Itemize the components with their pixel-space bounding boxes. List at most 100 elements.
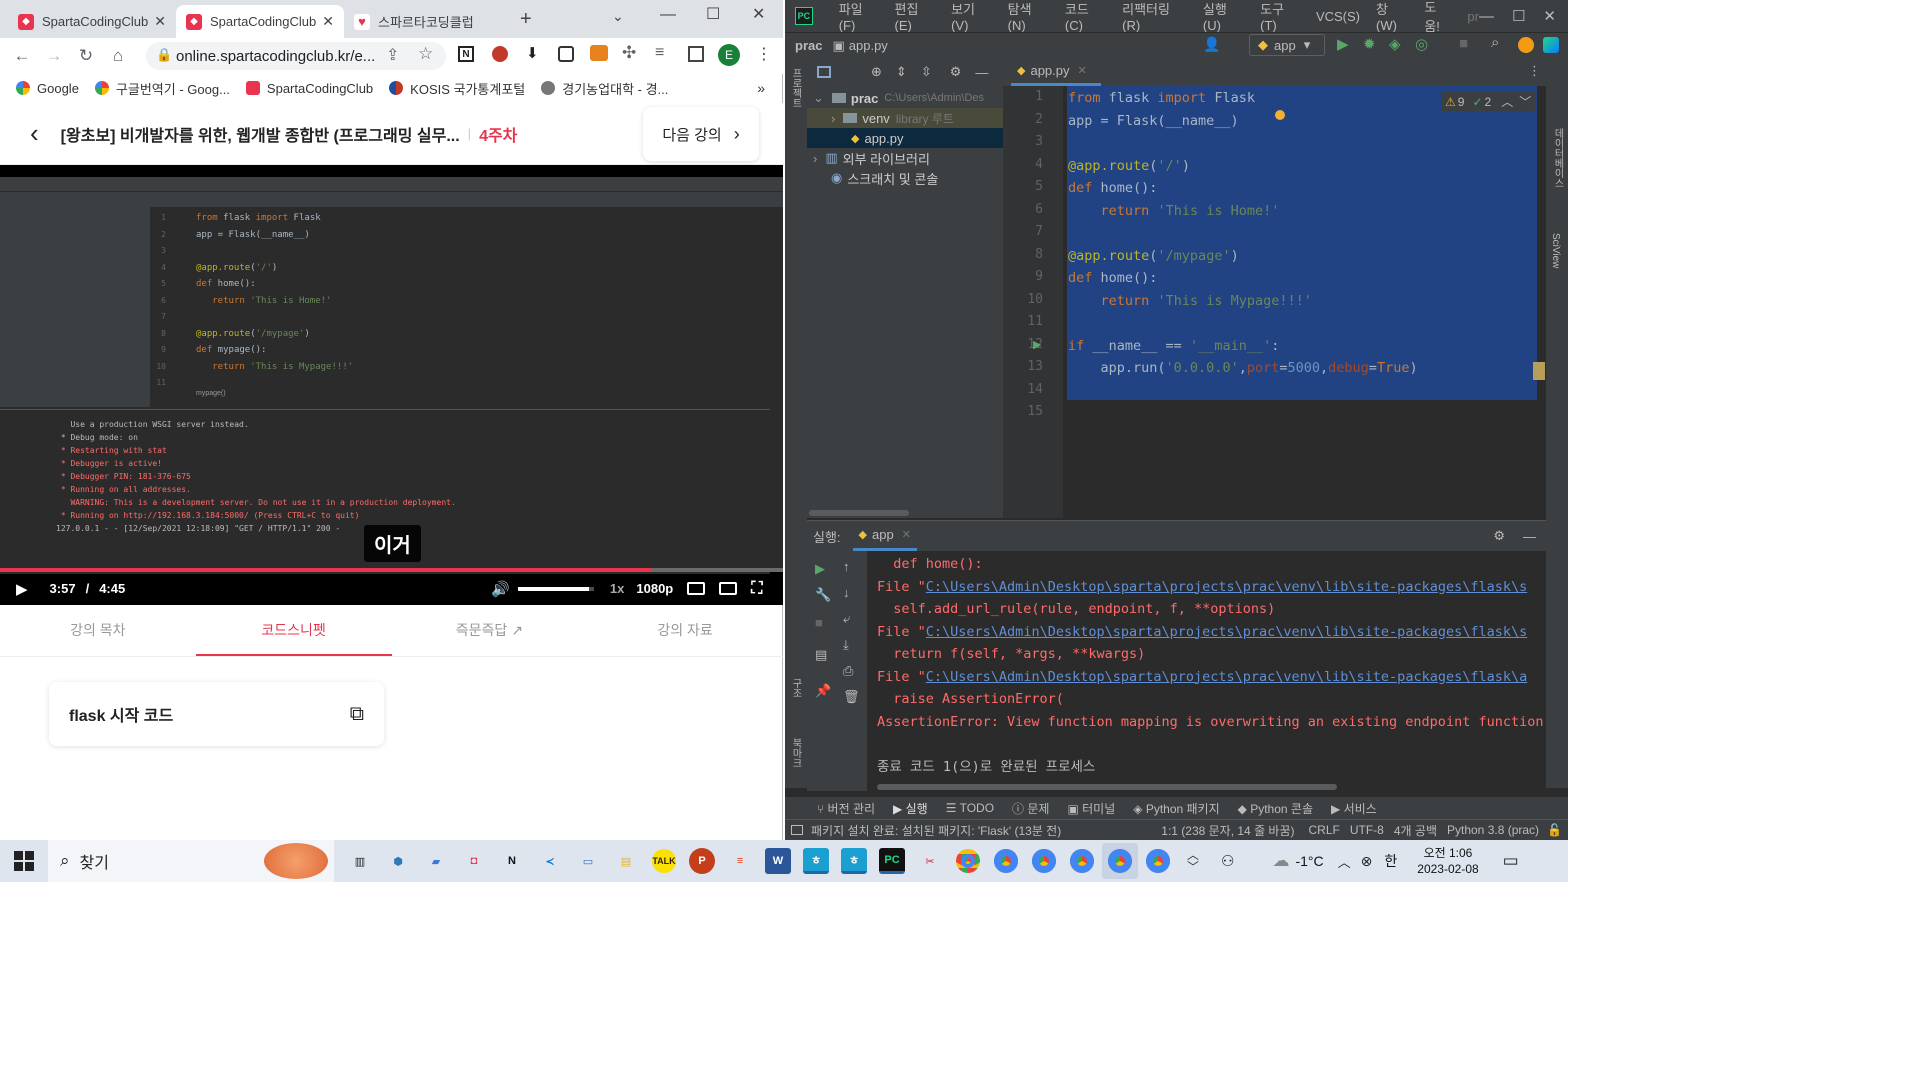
tab-qna[interactable]: 즉문즉답 ↗ [392, 605, 588, 656]
chevron-down-icon[interactable]: ﹀ [1519, 93, 1531, 110]
profile-avatar[interactable]: E [718, 44, 740, 66]
project-view-icon[interactable] [817, 66, 831, 78]
share-icon[interactable]: ⇪ [386, 45, 399, 65]
reload-icon[interactable]: ↻ [70, 46, 102, 66]
menu-code[interactable]: 코드(C) [1065, 0, 1106, 33]
close-window-icon[interactable]: ✕ [752, 4, 765, 24]
metamask-icon[interactable] [590, 45, 608, 61]
database-tool-button[interactable]: 데이터베이스 [1550, 128, 1565, 188]
status-layout-icon[interactable] [791, 825, 803, 835]
run-config-select[interactable]: ◆ app ▾ [1249, 34, 1325, 56]
tab-close-icon[interactable]: ✕ [322, 13, 334, 30]
notion-icon[interactable]: N [494, 843, 530, 879]
menu-vcs[interactable]: VCS(S) [1316, 9, 1360, 24]
menu-navigate[interactable]: 탐색(N) [1008, 0, 1049, 33]
app-3d-icon[interactable]: ⬢ [380, 843, 416, 879]
next-lecture-button[interactable]: 다음 강의 › [643, 107, 759, 161]
lock-icon[interactable]: 🔓 [1547, 823, 1562, 837]
tab-close-icon[interactable]: ✕ [154, 13, 166, 30]
tab-code-snippet[interactable]: 코드스니펫 [195, 605, 392, 656]
quality-label[interactable]: 1080p [636, 581, 673, 596]
tab-close-icon[interactable]: ✕ [902, 528, 911, 541]
home-icon[interactable]: ⌂ [102, 46, 134, 66]
chrome-menu-icon[interactable]: ⋮ [756, 44, 772, 64]
extension-download-icon[interactable]: ⬇ [526, 44, 539, 62]
close-window-icon[interactable]: ✕ [1543, 7, 1556, 25]
collapse-all-icon[interactable]: ⇳ [921, 64, 932, 80]
menu-refactor[interactable]: 리팩터링(R) [1122, 0, 1187, 33]
task-view-icon[interactable]: ▥ [342, 843, 378, 879]
interpreter[interactable]: Python 3.8 (prac) [1447, 823, 1539, 837]
copy-icon[interactable]: ⧉ [350, 703, 364, 726]
taskbar-clock[interactable]: 오전 1:06 2023-02-08 [1417, 845, 1478, 877]
app-notes-icon[interactable]: ▰ [418, 843, 454, 879]
breadcrumb-file[interactable]: app.py [849, 38, 888, 53]
volume-slider[interactable] [517, 586, 594, 591]
chrome-taskbar-icon-3[interactable] [1026, 843, 1062, 879]
tree-item-prac[interactable]: ⌄ prac C:\Users\Admin\Des [807, 88, 1003, 108]
minimize-icon[interactable]: — [660, 6, 676, 24]
extension-player-icon[interactable] [558, 46, 574, 62]
weather-temp[interactable]: -1°C [1295, 853, 1323, 869]
stop-icon[interactable]: ■ [1459, 35, 1468, 52]
extensions-puzzle-icon[interactable]: ✣ [622, 43, 636, 63]
tree-item-venv[interactable]: › venv library 루트 [807, 108, 1003, 128]
file-encoding[interactable]: UTF-8 [1350, 823, 1384, 837]
address-bar[interactable]: 🔒 online.spartacodingclub.kr/e... [146, 42, 446, 70]
speed-label[interactable]: 1x [610, 581, 624, 596]
tab-search-icon[interactable]: ⌄ [612, 8, 624, 25]
inspection-widget[interactable]: ⚠ 9 ✓ 2 ︿ ﹀ [1441, 92, 1536, 111]
ime-indicator[interactable]: 한 [1384, 851, 1397, 871]
line-separator[interactable]: CRLF [1309, 823, 1340, 837]
indent-setting[interactable]: 4개 공백 [1394, 822, 1437, 839]
chrome-taskbar-icon-5[interactable] [1102, 843, 1138, 879]
bookmark-kosis[interactable]: KOSIS 국가통계포털 [389, 79, 525, 98]
debug-icon[interactable]: ✹ [1363, 35, 1376, 53]
weather-icon[interactable]: ☁ [1272, 851, 1289, 871]
menu-help[interactable]: 도움! [1424, 0, 1451, 35]
run-icon[interactable]: ▶ [1337, 35, 1349, 53]
reading-list-icon[interactable]: ≡ [655, 44, 664, 62]
browser-tab-3[interactable]: ♥ 스파르타코딩클럽 [344, 5, 508, 38]
bookmark-star-icon[interactable]: ☆ [418, 44, 433, 64]
chevron-up-icon[interactable]: ︿ [1501, 93, 1513, 110]
bookmarks-tool-button[interactable]: 북마크 [788, 738, 803, 768]
run-tool-button[interactable]: ▶ 실행 [893, 800, 928, 817]
caret-position[interactable]: 1:1 (238 문자, 14 줄 바꿈) [1161, 822, 1294, 839]
structure-tool-button[interactable]: 구조 [788, 678, 803, 698]
tab-toc[interactable]: 강의 목차 [0, 605, 196, 656]
bookmark-google[interactable]: Google [16, 81, 79, 96]
side-panel-icon[interactable] [688, 46, 704, 62]
menu-view[interactable]: 보기(V) [951, 0, 992, 33]
tree-item-scratches[interactable]: ◉ 스크래치 및 콘솔 [807, 168, 1003, 188]
updates-icon[interactable] [1518, 37, 1534, 53]
snipping-icon[interactable]: ✂ [912, 843, 948, 879]
fullscreen-icon[interactable]: ⛶ [751, 580, 762, 598]
tree-item-app-py[interactable]: ◆ app.py [807, 128, 1003, 148]
new-tab-button[interactable]: + [520, 8, 532, 31]
overflow-arrows-icon[interactable]: ︿ ﹀ [1187, 849, 1199, 873]
todo-tool-button[interactable]: ☰ TODO [946, 801, 994, 815]
back-icon[interactable]: ← [6, 46, 38, 66]
search-icon[interactable]: ⌕ [1491, 34, 1499, 51]
windows-start-icon[interactable] [14, 851, 34, 871]
bookmark-translate[interactable]: 구글번역기 - Goog... [94, 79, 230, 98]
video-player[interactable]: 1 from flask import Flask 2 app = Flask(__n… [0, 165, 783, 605]
tab-materials[interactable]: 강의 자료 [587, 605, 783, 656]
back-chevron-icon[interactable]: ‹ [30, 118, 39, 149]
menu-edit[interactable]: 편집(E) [895, 0, 936, 33]
taskbar-search[interactable]: ⌕ 찾기 [48, 840, 334, 882]
chrome-taskbar-icon-4[interactable] [1064, 843, 1100, 879]
maximize-icon[interactable]: ☐ [706, 4, 720, 24]
settings-gear-icon[interactable]: ⚙ [950, 64, 962, 80]
notion-extension-icon[interactable]: N [458, 46, 474, 62]
more-bookmarks-icon[interactable]: » [757, 80, 765, 96]
tab-menu-icon[interactable]: ⋮ [1528, 63, 1541, 79]
packages-tool-button[interactable]: ◈ Python 패키지 [1133, 800, 1219, 817]
tray-app-icon[interactable]: ⊗ [1361, 853, 1373, 870]
vscode-icon[interactable]: ≺ [532, 843, 568, 879]
tree-item-external[interactable]: › ▥ 외부 라이브러리 [807, 148, 1003, 168]
tab-close-icon[interactable]: ✕ [1078, 64, 1087, 77]
menu-file[interactable]: 파일(F) [839, 0, 879, 33]
browser-tab-2[interactable]: ◆ SpartaCodingClub ✕ [176, 5, 344, 38]
